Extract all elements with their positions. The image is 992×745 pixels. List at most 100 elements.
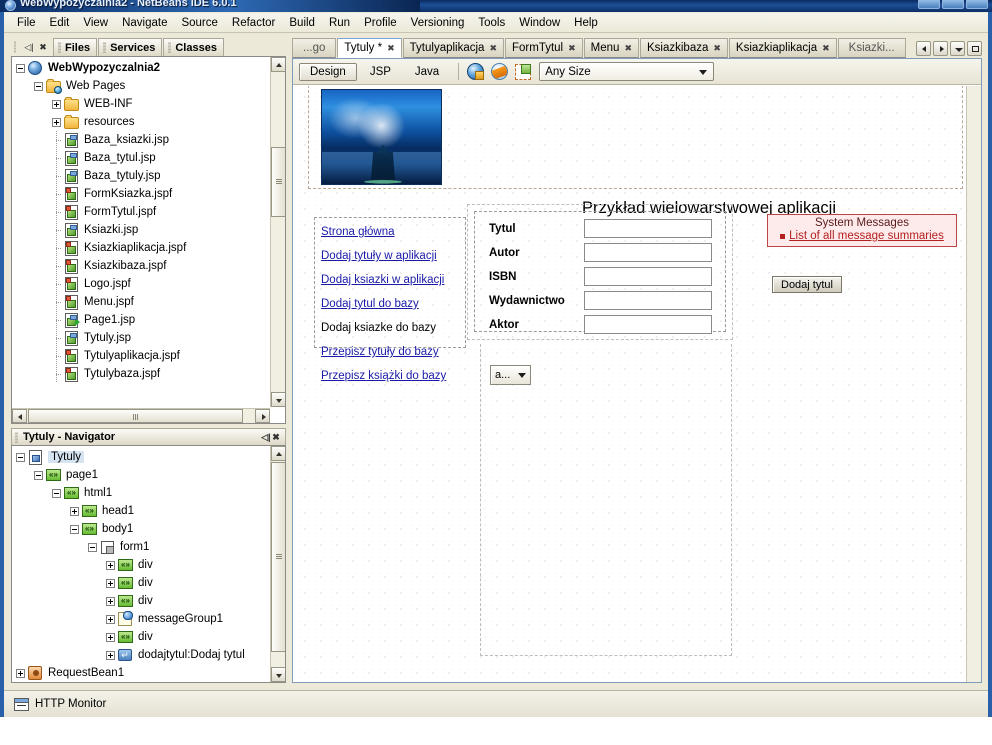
tree-row[interactable]: Ksiazkibaza.jspf bbox=[12, 257, 270, 275]
explorer-tab-files[interactable]: Files bbox=[53, 38, 98, 56]
input-aktor[interactable] bbox=[584, 315, 712, 334]
scroll-thumb-h[interactable] bbox=[28, 409, 243, 423]
tree-row[interactable]: «» html1 bbox=[12, 484, 270, 502]
nav-scroll-up-arrow[interactable] bbox=[271, 446, 285, 461]
tree-row[interactable]: ↵ dodajtytul:Dodaj tytul bbox=[12, 646, 270, 664]
project-tree-vscrollbar[interactable] bbox=[270, 57, 285, 407]
tree-row[interactable]: Page1.jsp bbox=[12, 311, 270, 329]
tree-row[interactable]: Baza_tytul.jsp bbox=[12, 149, 270, 167]
menu-source[interactable]: Source bbox=[174, 15, 224, 31]
tree-row[interactable]: Tytuly.jsp bbox=[12, 329, 270, 347]
tree-row[interactable]: resources bbox=[12, 113, 270, 131]
close-icon[interactable]: ✖ bbox=[713, 43, 721, 54]
link-strona-glowna[interactable]: Strona główna bbox=[321, 226, 395, 238]
tree-row[interactable]: Baza_tytuly.jsp bbox=[12, 167, 270, 185]
menu-tools[interactable]: Tools bbox=[471, 15, 512, 31]
editor-tab[interactable]: Tytuly * ✖ bbox=[337, 38, 402, 58]
expand-icon[interactable] bbox=[106, 614, 115, 624]
resize-layout-icon[interactable] bbox=[515, 62, 534, 81]
close-icon[interactable]: ✖ bbox=[568, 43, 576, 54]
collapse-icon[interactable] bbox=[34, 81, 43, 91]
maximize-editor-button[interactable] bbox=[967, 40, 982, 56]
dropdown-select[interactable]: a... bbox=[490, 365, 531, 385]
explorer-tab-classes[interactable]: Classes bbox=[163, 38, 224, 56]
tree-row[interactable]: Logo.jspf bbox=[12, 275, 270, 293]
menu-edit[interactable]: Edit bbox=[43, 15, 77, 31]
editor-tab[interactable]: ...go bbox=[292, 38, 337, 58]
menu-navigate[interactable]: Navigate bbox=[115, 15, 174, 31]
menu-help[interactable]: Help bbox=[567, 15, 605, 31]
expand-icon[interactable] bbox=[52, 117, 61, 127]
link-dodaj-tytuly-w-aplikacji[interactable]: Dodaj tytuły w aplikacji bbox=[321, 250, 437, 262]
maximize-button[interactable] bbox=[942, 0, 964, 9]
window-controls[interactable] bbox=[918, 0, 988, 9]
tree-row[interactable]: WEB-INF bbox=[12, 95, 270, 113]
editor-tab[interactable]: Ksiazkibaza ✖ bbox=[640, 38, 728, 58]
logo-image[interactable] bbox=[321, 89, 442, 185]
view-button-design[interactable]: Design bbox=[299, 62, 357, 81]
expand-icon[interactable] bbox=[106, 650, 115, 660]
project-tree[interactable]: WebWypozyczalnia2 Web Pages WEB-INF resourc… bbox=[12, 57, 270, 407]
tree-row[interactable]: WebWypozyczalnia2 bbox=[12, 59, 270, 77]
tree-row[interactable]: FormKsiazka.jspf bbox=[12, 185, 270, 203]
explorer-tab-services[interactable]: Services bbox=[98, 38, 163, 56]
scroll-down-arrow[interactable] bbox=[271, 392, 285, 407]
tree-row[interactable]: Ksiazki.jsp bbox=[12, 221, 270, 239]
tree-row[interactable]: Menu.jspf bbox=[12, 293, 270, 311]
tree-row[interactable]: Web Pages bbox=[12, 77, 270, 95]
editor-tab[interactable]: Tytulyaplikacja ✖ bbox=[402, 38, 504, 58]
menu-profile[interactable]: Profile bbox=[357, 15, 404, 31]
navigator-close-icon[interactable]: ✖ bbox=[271, 432, 281, 442]
tab-scroll-left-button[interactable] bbox=[916, 40, 931, 56]
project-tree-hscrollbar[interactable] bbox=[12, 408, 270, 423]
menu-window[interactable]: Window bbox=[512, 15, 567, 31]
editor-tab[interactable]: Ksiazkiaplikacja ✖ bbox=[728, 38, 837, 58]
menu-versioning[interactable]: Versioning bbox=[404, 15, 472, 31]
minimize-window-icon[interactable]: ◁| bbox=[24, 42, 34, 52]
tree-row[interactable]: «» div bbox=[12, 556, 270, 574]
scroll-thumb[interactable] bbox=[271, 147, 285, 217]
editor-tab[interactable]: FormTytul ✖ bbox=[505, 38, 583, 58]
minimize-button[interactable] bbox=[918, 0, 940, 9]
navigator-vscrollbar[interactable] bbox=[270, 446, 285, 682]
expand-icon[interactable] bbox=[70, 506, 79, 516]
tree-row[interactable]: «» page1 bbox=[12, 466, 270, 484]
tree-row[interactable]: Tytulybaza.jspf bbox=[12, 365, 270, 383]
http-monitor-label[interactable]: HTTP Monitor bbox=[35, 698, 106, 710]
tree-row[interactable]: form1 bbox=[12, 538, 270, 556]
menu-refactor[interactable]: Refactor bbox=[225, 15, 282, 31]
tree-row[interactable]: «» div bbox=[12, 592, 270, 610]
menu-view[interactable]: View bbox=[76, 15, 115, 31]
input-tytul[interactable] bbox=[584, 219, 712, 238]
navigator-grip-icon[interactable] bbox=[15, 431, 18, 443]
collapse-icon[interactable] bbox=[52, 488, 61, 498]
nav-scroll-down-arrow[interactable] bbox=[271, 667, 285, 682]
tree-row[interactable]: Ksiazkiaplikacja.jspf bbox=[12, 239, 270, 257]
tab-scroll-right-button[interactable] bbox=[933, 40, 948, 56]
tree-row[interactable]: «» div bbox=[12, 628, 270, 646]
close-window-icon[interactable]: ✖ bbox=[38, 42, 48, 52]
nav-scroll-thumb[interactable] bbox=[271, 462, 285, 652]
tree-row[interactable]: Tytulyaplikacja.jspf bbox=[12, 347, 270, 365]
close-icon[interactable]: ✖ bbox=[822, 43, 830, 54]
input-wydawnictwo[interactable] bbox=[584, 291, 712, 310]
view-button-jsp[interactable]: JSP bbox=[359, 63, 402, 81]
tree-row[interactable]: RequestBean1 bbox=[12, 664, 270, 682]
close-icon[interactable]: ✖ bbox=[387, 43, 395, 54]
tree-row[interactable]: «» body1 bbox=[12, 520, 270, 538]
tree-row[interactable]: messageGroup1 bbox=[12, 610, 270, 628]
system-messages-summary-row[interactable]: List of all message summaries bbox=[768, 230, 956, 242]
navigator-tree[interactable]: Tytuly «» page1 «» html1 «» head1 «» body1 form1 «… bbox=[12, 446, 270, 682]
collapse-icon[interactable] bbox=[70, 524, 79, 534]
dock-grip[interactable] bbox=[11, 38, 19, 56]
link-dodaj-ksiazki-w-aplikacji[interactable]: Dodaj ksiazki w aplikacji bbox=[321, 274, 444, 286]
expand-icon[interactable] bbox=[106, 596, 115, 606]
menu-file[interactable]: File bbox=[10, 15, 43, 31]
link-przepisz-tytuly-do-bazy[interactable]: Przepisz tytuły do bazy bbox=[321, 346, 439, 358]
link-dodaj-tytul-do-bazy[interactable]: Dodaj tytul do bazy bbox=[321, 298, 419, 310]
scroll-left-arrow[interactable] bbox=[12, 409, 27, 423]
system-messages-box[interactable]: System Messages List of all message summ… bbox=[767, 214, 957, 247]
collapse-icon[interactable] bbox=[34, 470, 43, 480]
input-isbn[interactable] bbox=[584, 267, 712, 286]
tree-row[interactable]: Tytuly bbox=[12, 448, 270, 466]
